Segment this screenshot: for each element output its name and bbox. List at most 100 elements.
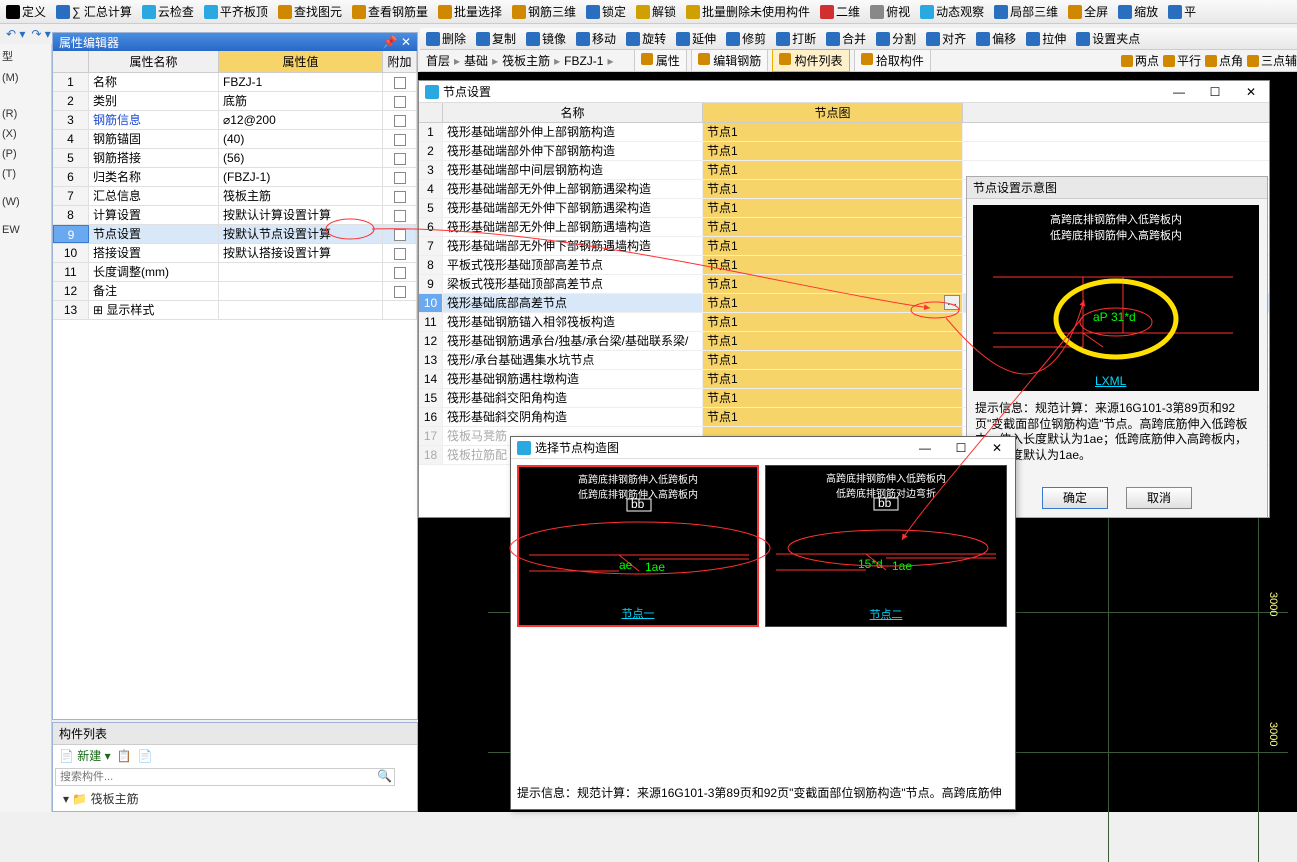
tab-button[interactable]: 编辑钢筋 xyxy=(691,49,768,72)
category-item[interactable]: (P) xyxy=(0,144,51,164)
pin-icon[interactable]: 📌 xyxy=(383,35,398,49)
breadcrumb-item[interactable]: 基础 xyxy=(464,52,488,69)
redo-icon[interactable]: ↷ ▾ xyxy=(31,27,50,41)
toolbar-button[interactable]: 局部三维 xyxy=(994,3,1058,20)
new-button[interactable]: 📄 新建 ▾ xyxy=(59,747,111,764)
edit-button[interactable]: 旋转 xyxy=(626,30,666,47)
category-item[interactable] xyxy=(0,96,51,104)
property-row[interactable]: 8计算设置按默认计算设置计算 xyxy=(53,206,417,225)
property-row[interactable]: 13⊞ 显示样式 xyxy=(53,301,417,320)
property-row[interactable]: 1名称FBZJ-1 xyxy=(53,73,417,92)
maximize-icon[interactable]: ☐ xyxy=(1203,85,1227,99)
tab-button[interactable]: 构件列表 xyxy=(772,49,849,72)
toolbar-button[interactable]: 钢筋三维 xyxy=(512,3,576,20)
node-row[interactable]: 1筏形基础端部外伸上部钢筋构造节点1 xyxy=(419,123,1269,142)
toolbar-button[interactable]: 缩放 xyxy=(1118,3,1158,20)
node-option-2[interactable]: 高跨底排钢筋伸入低跨板内 低跨底排钢筋对边弯折 bb 15*d 1ae 节点二 xyxy=(765,465,1007,627)
edit-button[interactable]: 移动 xyxy=(576,30,616,47)
checkbox[interactable] xyxy=(394,153,406,165)
edit-button[interactable]: 设置夹点 xyxy=(1076,30,1140,47)
close-icon[interactable]: ✕ xyxy=(985,441,1009,455)
ok-button[interactable]: 确定 xyxy=(1042,487,1108,509)
toolbar-button[interactable]: 批量选择 xyxy=(438,3,502,20)
search-icon[interactable]: 🔍 xyxy=(377,769,392,783)
checkbox[interactable] xyxy=(394,96,406,108)
checkbox[interactable] xyxy=(394,134,406,146)
category-item[interactable] xyxy=(0,212,51,220)
search-input[interactable] xyxy=(55,768,395,786)
category-item[interactable]: (T) xyxy=(0,164,51,184)
toolbar-button[interactable]: 平齐板顶 xyxy=(204,3,268,20)
toolbar-button[interactable]: 全屏 xyxy=(1068,3,1108,20)
toolbar-button[interactable]: 批量删除未使用构件 xyxy=(686,3,810,20)
toolbar-button[interactable]: 查看钢筋量 xyxy=(352,3,428,20)
node-option-1[interactable]: 高跨底排钢筋伸入低跨板内 低跨底排钢筋伸入高跨板内 bb ae 1ae 节点一 xyxy=(517,465,759,627)
checkbox[interactable] xyxy=(394,286,406,298)
edit-button[interactable]: 分割 xyxy=(876,30,916,47)
checkbox[interactable] xyxy=(394,248,406,260)
checkbox[interactable] xyxy=(394,191,406,203)
category-item[interactable]: (X) xyxy=(0,124,51,144)
edit-button[interactable]: 镜像 xyxy=(526,30,566,47)
breadcrumb-item[interactable]: 筏板主筋 xyxy=(502,52,550,69)
breadcrumb-item[interactable]: 首层 xyxy=(426,52,450,69)
edit-button[interactable]: 偏移 xyxy=(976,30,1016,47)
property-row[interactable]: 3钢筋信息⌀12@200 xyxy=(53,111,417,130)
paste-icon[interactable]: 📄 xyxy=(138,749,153,763)
edit-button[interactable]: 打断 xyxy=(776,30,816,47)
checkbox[interactable] xyxy=(394,210,406,222)
property-row[interactable]: 6归类名称(FBZJ-1) xyxy=(53,168,417,187)
undo-icon[interactable]: ↶ ▾ xyxy=(6,27,25,41)
checkbox[interactable] xyxy=(394,172,406,184)
toolbar-button[interactable]: 查找图元 xyxy=(278,3,342,20)
tab-button[interactable]: 属性 xyxy=(634,49,687,72)
toolbar-button[interactable]: 俯视 xyxy=(870,3,910,20)
draw-mode-button[interactable]: 平行 xyxy=(1163,52,1201,69)
checkbox[interactable] xyxy=(394,115,406,127)
draw-mode-button[interactable]: 点角 xyxy=(1205,52,1243,69)
close-icon[interactable]: ✕ xyxy=(401,35,411,49)
category-item[interactable]: EW xyxy=(0,220,51,240)
draw-mode-button[interactable]: 两点 xyxy=(1121,52,1159,69)
node-row[interactable]: 2筏形基础端部外伸下部钢筋构造节点1 xyxy=(419,142,1269,161)
maximize-icon[interactable]: ☐ xyxy=(949,441,973,455)
edit-button[interactable]: 延伸 xyxy=(676,30,716,47)
category-item[interactable]: (R) xyxy=(0,104,51,124)
category-item[interactable]: (W) xyxy=(0,192,51,212)
checkbox[interactable] xyxy=(394,229,406,241)
edit-button[interactable]: 对齐 xyxy=(926,30,966,47)
property-row[interactable]: 9节点设置按默认节点设置计算 xyxy=(53,225,417,244)
breadcrumb-item[interactable]: FBZJ-1 xyxy=(564,54,603,68)
property-row[interactable]: 2类别底筋 xyxy=(53,92,417,111)
panel-title-bar[interactable]: 属性编辑器 📌 ✕ xyxy=(53,33,417,51)
property-row[interactable]: 7汇总信息筏板主筋 xyxy=(53,187,417,206)
property-row[interactable]: 12备注 xyxy=(53,282,417,301)
category-item[interactable] xyxy=(0,88,51,96)
property-row[interactable]: 11长度调整(mm) xyxy=(53,263,417,282)
draw-mode-button[interactable]: 三点辅 xyxy=(1247,52,1297,69)
edit-button[interactable]: 修剪 xyxy=(726,30,766,47)
category-item[interactable]: 型 xyxy=(0,44,51,68)
toolbar-button[interactable]: 锁定 xyxy=(586,3,626,20)
property-row[interactable]: 4钢筋锚固(40) xyxy=(53,130,417,149)
component-tree[interactable]: ▾ 📁 筏板主筋 xyxy=(53,788,417,809)
copy-icon[interactable]: 📋 xyxy=(117,749,132,763)
cancel-button[interactable]: 取消 xyxy=(1126,487,1192,509)
tab-button[interactable]: 拾取构件 xyxy=(854,49,931,72)
edit-button[interactable]: 删除 xyxy=(426,30,466,47)
toolbar-button[interactable]: 二维 xyxy=(820,3,860,20)
toolbar-button[interactable]: 平 xyxy=(1168,3,1196,20)
toolbar-button[interactable]: 定义 xyxy=(6,3,46,20)
edit-button[interactable]: 复制 xyxy=(476,30,516,47)
toolbar-button[interactable]: ∑ 汇总计算 xyxy=(56,3,132,20)
category-item[interactable]: (M) xyxy=(0,68,51,88)
category-item[interactable] xyxy=(0,184,51,192)
toolbar-button[interactable]: 云检查 xyxy=(142,3,194,20)
property-row[interactable]: 5钢筋搭接(56) xyxy=(53,149,417,168)
toolbar-button[interactable]: 动态观察 xyxy=(920,3,984,20)
edit-button[interactable]: 合并 xyxy=(826,30,866,47)
minimize-icon[interactable]: — xyxy=(913,441,937,455)
browse-button[interactable]: … xyxy=(944,295,960,310)
edit-button[interactable]: 拉伸 xyxy=(1026,30,1066,47)
property-row[interactable]: 10搭接设置按默认搭接设置计算 xyxy=(53,244,417,263)
